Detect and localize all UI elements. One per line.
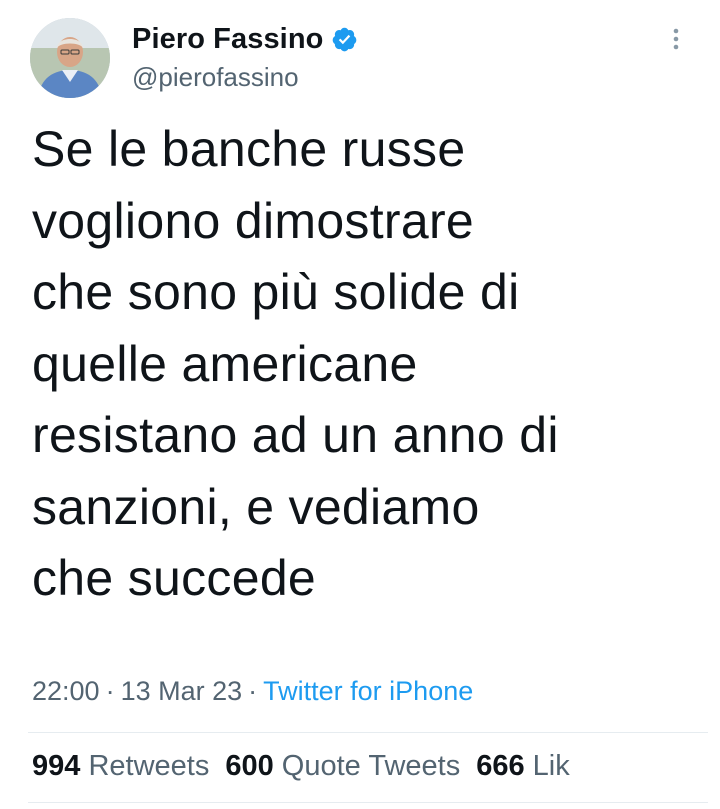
divider	[28, 802, 708, 803]
tweet-date[interactable]: 13 Mar 23	[121, 676, 243, 706]
avatar[interactable]	[30, 18, 110, 98]
retweets-count: 994	[32, 750, 81, 782]
retweets-stat[interactable]: 994 Retweets	[32, 750, 209, 782]
author-display-name[interactable]: Piero Fassino	[132, 23, 323, 56]
more-options-button[interactable]	[664, 22, 688, 62]
tweet-source-link[interactable]: Twitter for iPhone	[263, 676, 473, 706]
meta-separator: ·	[105, 676, 115, 706]
tweet-stats: 994 Retweets 600 Quote Tweets 666 Lik	[32, 750, 570, 783]
tweet-text: Se le banche russe vogliono dimostrare c…	[32, 121, 559, 606]
likes-count: 666	[476, 750, 525, 782]
likes-stat[interactable]: 666 Lik	[476, 750, 570, 782]
quote-tweets-label: Quote Tweets	[281, 750, 461, 782]
more-vertical-icon	[673, 28, 679, 50]
likes-label: Lik	[532, 750, 570, 782]
verified-badge-icon	[331, 26, 358, 53]
author-handle[interactable]: @pierofassino	[132, 62, 358, 93]
quote-tweets-count: 600	[225, 750, 274, 782]
tweet-time[interactable]: 22:00	[32, 676, 100, 706]
meta-separator: ·	[248, 676, 258, 706]
name-row: Piero Fassino	[132, 22, 358, 56]
tweet-card: Piero Fassino @pierofassino Se le banche…	[0, 0, 720, 809]
avatar-image	[30, 18, 110, 98]
tweet-meta: 22:00 · 13 Mar 23 · Twitter for iPhone	[32, 676, 473, 707]
retweets-label: Retweets	[88, 750, 210, 782]
author-block[interactable]: Piero Fassino @pierofassino	[132, 22, 358, 93]
divider	[28, 732, 708, 733]
quote-tweets-stat[interactable]: 600 Quote Tweets	[225, 750, 460, 782]
